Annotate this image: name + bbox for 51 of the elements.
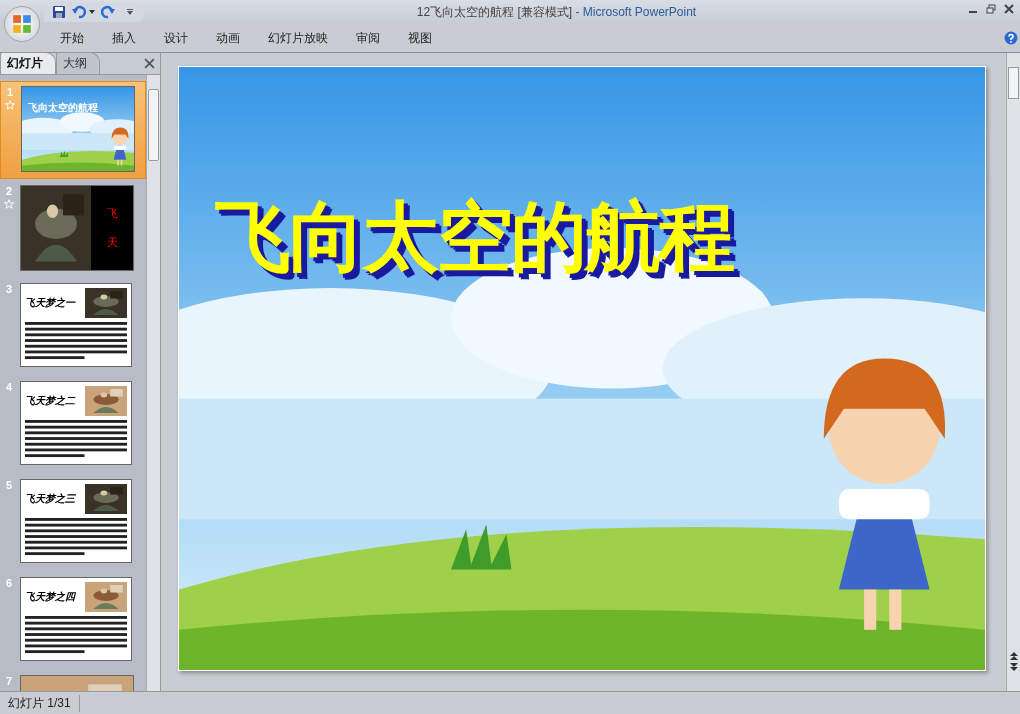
- ribbon-tab[interactable]: 视图: [394, 29, 446, 47]
- slide-title: 飞向太空的航程: [28, 101, 98, 115]
- close-icon[interactable]: [144, 58, 155, 69]
- slide-thumbnail[interactable]: 飞 天: [20, 185, 134, 271]
- restore-icon[interactable]: [986, 4, 996, 14]
- ribbon-tab[interactable]: 设计: [150, 29, 202, 47]
- office-button[interactable]: [4, 6, 40, 42]
- slide-list-item[interactable]: 4 飞天梦之二: [0, 377, 146, 473]
- slide-counter: 幻灯片 1/31: [0, 694, 80, 712]
- slide-title: 飞天梦之一: [25, 296, 75, 310]
- slide-thumbnail[interactable]: 飞天梦之二: [20, 381, 132, 465]
- ribbon-tab[interactable]: 插入: [98, 29, 150, 47]
- close-icon[interactable]: [1004, 4, 1014, 14]
- slide-number: 4: [5, 381, 13, 393]
- app-title: - Microsoft PowerPoint: [575, 4, 697, 19]
- slide-number: 2: [5, 185, 13, 197]
- slide-number: 7: [5, 675, 13, 687]
- slide-text: 天: [106, 235, 118, 250]
- slide-thumbnail[interactable]: 飞天梦之三: [20, 479, 132, 563]
- slide-title: 飞天梦之二: [25, 394, 75, 408]
- window-title: 12飞向太空的航程 [兼容模式]: [416, 4, 573, 19]
- redo-icon[interactable]: [101, 5, 115, 19]
- slide-number: 6: [5, 577, 13, 589]
- save-icon[interactable]: [52, 5, 66, 19]
- slide-list-item[interactable]: 3 飞天梦之一: [0, 279, 146, 375]
- slide-list-item[interactable]: 5 飞天梦之三: [0, 475, 146, 571]
- slide-number: 3: [5, 283, 13, 295]
- undo-icon[interactable]: [72, 5, 86, 19]
- caret-icon[interactable]: [89, 10, 95, 14]
- slide-title: 飞天梦之三: [25, 492, 75, 506]
- scrollbar-thumb[interactable]: [1008, 67, 1019, 99]
- scrollbar-thumb[interactable]: [148, 89, 159, 161]
- ribbon-tab[interactable]: 幻灯片放映: [254, 29, 342, 47]
- slide-title: 飞天梦之四: [25, 590, 75, 604]
- slide-list-item[interactable]: 6 飞天梦之四: [0, 573, 146, 669]
- previous-slide-icon[interactable]: [1009, 652, 1018, 660]
- slide-number: 1: [6, 86, 14, 98]
- slide-list-item[interactable]: 2 飞 天: [0, 181, 146, 277]
- slide-thumbnail[interactable]: 飞天梦之一: [20, 283, 132, 367]
- panel-tab[interactable]: 大纲: [56, 52, 100, 74]
- slide-thumbnail[interactable]: 飞天梦之四: [20, 577, 132, 661]
- help-icon[interactable]: [1004, 31, 1018, 45]
- next-slide-icon[interactable]: [1009, 663, 1018, 671]
- customize-caret-icon[interactable]: [127, 9, 133, 15]
- ribbon-tab[interactable]: 动画: [202, 29, 254, 47]
- ribbon-tab[interactable]: 审阅: [342, 29, 394, 47]
- slide-text: 飞: [106, 206, 118, 221]
- ribbon-tab[interactable]: 开始: [46, 29, 98, 47]
- slide-number: 5: [5, 479, 13, 491]
- office-logo-icon: [11, 13, 33, 35]
- panel-tab[interactable]: 幻灯片: [0, 52, 56, 74]
